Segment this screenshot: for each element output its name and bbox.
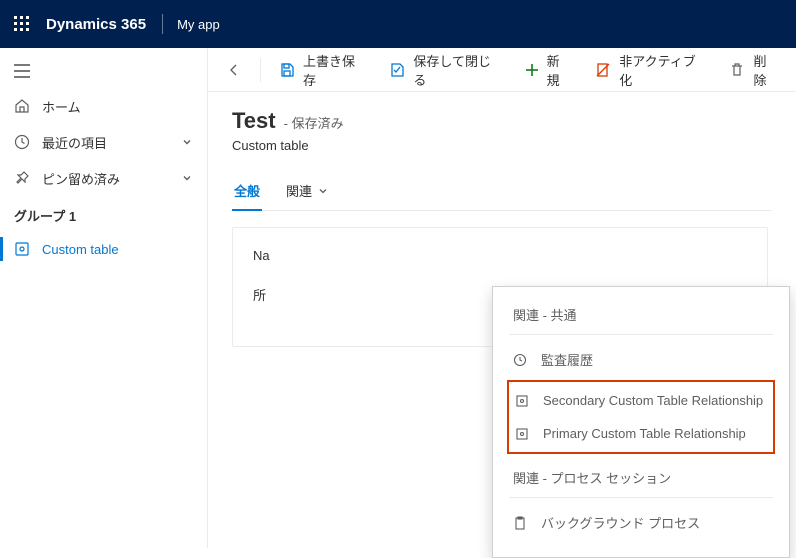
- popup-section-process: 関連 - プロセス セッション: [509, 462, 773, 498]
- clock-icon: [14, 134, 32, 150]
- sidebar-toggle-button[interactable]: [0, 54, 207, 88]
- separator: [260, 58, 261, 82]
- home-icon: [14, 98, 32, 114]
- clipboard-icon: [513, 516, 529, 530]
- sidebar-item-pinned[interactable]: ピン留め済み: [0, 160, 207, 196]
- chevron-down-icon: [318, 186, 328, 196]
- delete-label: 削除: [753, 51, 778, 89]
- brand-label[interactable]: Dynamics 365: [46, 16, 146, 33]
- sidebar-item-recent[interactable]: 最近の項目: [0, 124, 207, 160]
- save-button[interactable]: 上書き保存: [269, 45, 375, 95]
- sidebar-group-label: グループ 1: [0, 196, 207, 231]
- tab-general[interactable]: 全般: [232, 175, 262, 210]
- tab-related[interactable]: 関連: [284, 175, 330, 210]
- back-arrow-icon: [226, 62, 242, 78]
- field-name-label: Na: [253, 248, 747, 263]
- popup-item-audit[interactable]: 監査履歴: [493, 341, 789, 378]
- sidebar-item-label: Custom table: [42, 242, 193, 257]
- back-button[interactable]: [216, 56, 252, 84]
- record-content: Test - 保存済み Custom table 全般 関連 Na 所: [208, 92, 796, 363]
- trash-icon: [729, 62, 745, 78]
- save-icon: [279, 62, 295, 78]
- record-status: - 保存済み: [284, 113, 344, 132]
- header-divider: [162, 14, 163, 34]
- chevron-down-icon: [181, 136, 193, 148]
- delete-button[interactable]: 削除: [719, 45, 788, 95]
- related-dropdown: 関連 - 共通 監査履歴 Secondary Custom Table Rela…: [492, 286, 790, 558]
- record-title: Test: [232, 108, 276, 134]
- popup-item-secondary-relationship[interactable]: Secondary Custom Table Relationship: [509, 384, 773, 417]
- app-launcher-icon[interactable]: [10, 12, 34, 36]
- chevron-down-icon: [181, 172, 193, 184]
- history-icon: [513, 353, 529, 367]
- sidebar-item-home[interactable]: ホーム: [0, 88, 207, 124]
- entity-icon: [515, 394, 531, 408]
- highlight-annotation: Secondary Custom Table Relationship Prim…: [507, 380, 775, 454]
- tab-label: 全般: [234, 181, 260, 200]
- new-button[interactable]: 新規: [515, 45, 582, 95]
- form-tabs: 全般 関連: [232, 175, 772, 211]
- save-close-icon: [389, 62, 405, 78]
- entity-icon: [515, 427, 531, 441]
- app-name-label[interactable]: My app: [177, 17, 220, 32]
- global-header: Dynamics 365 My app: [0, 0, 796, 48]
- popup-item-label: Primary Custom Table Relationship: [543, 426, 746, 441]
- save-close-label: 保存して閉じる: [413, 51, 500, 89]
- sidebar-item-custom-table[interactable]: Custom table: [0, 231, 207, 267]
- popup-item-background-process[interactable]: バックグラウンド プロセス: [493, 504, 789, 541]
- new-label: 新規: [547, 51, 572, 89]
- deactivate-button[interactable]: 非アクティブ化: [585, 45, 715, 95]
- deactivate-icon: [595, 62, 611, 78]
- main-area: 上書き保存 保存して閉じる 新規 非アクティブ化: [208, 48, 796, 548]
- sidebar: ホーム 最近の項目 ピン留め済み グループ 1 Custo: [0, 48, 208, 548]
- save-label: 上書き保存: [303, 51, 365, 89]
- popup-item-label: 監査履歴: [541, 350, 593, 369]
- popup-section-common: 関連 - 共通: [509, 299, 773, 335]
- record-entity-label: Custom table: [232, 138, 772, 153]
- popup-item-label: Secondary Custom Table Relationship: [543, 393, 763, 408]
- popup-item-primary-relationship[interactable]: Primary Custom Table Relationship: [509, 417, 773, 450]
- entity-icon: [14, 241, 32, 257]
- plus-icon: [525, 63, 539, 77]
- popup-item-label: バックグラウンド プロセス: [541, 513, 700, 532]
- pin-icon: [14, 170, 32, 186]
- deactivate-label: 非アクティブ化: [619, 51, 705, 89]
- command-bar: 上書き保存 保存して閉じる 新規 非アクティブ化: [208, 48, 796, 92]
- sidebar-item-label: ホーム: [42, 97, 193, 116]
- sidebar-item-label: 最近の項目: [42, 133, 181, 152]
- tab-label: 関連: [286, 181, 312, 200]
- save-close-button[interactable]: 保存して閉じる: [379, 45, 510, 95]
- sidebar-item-label: ピン留め済み: [42, 169, 181, 188]
